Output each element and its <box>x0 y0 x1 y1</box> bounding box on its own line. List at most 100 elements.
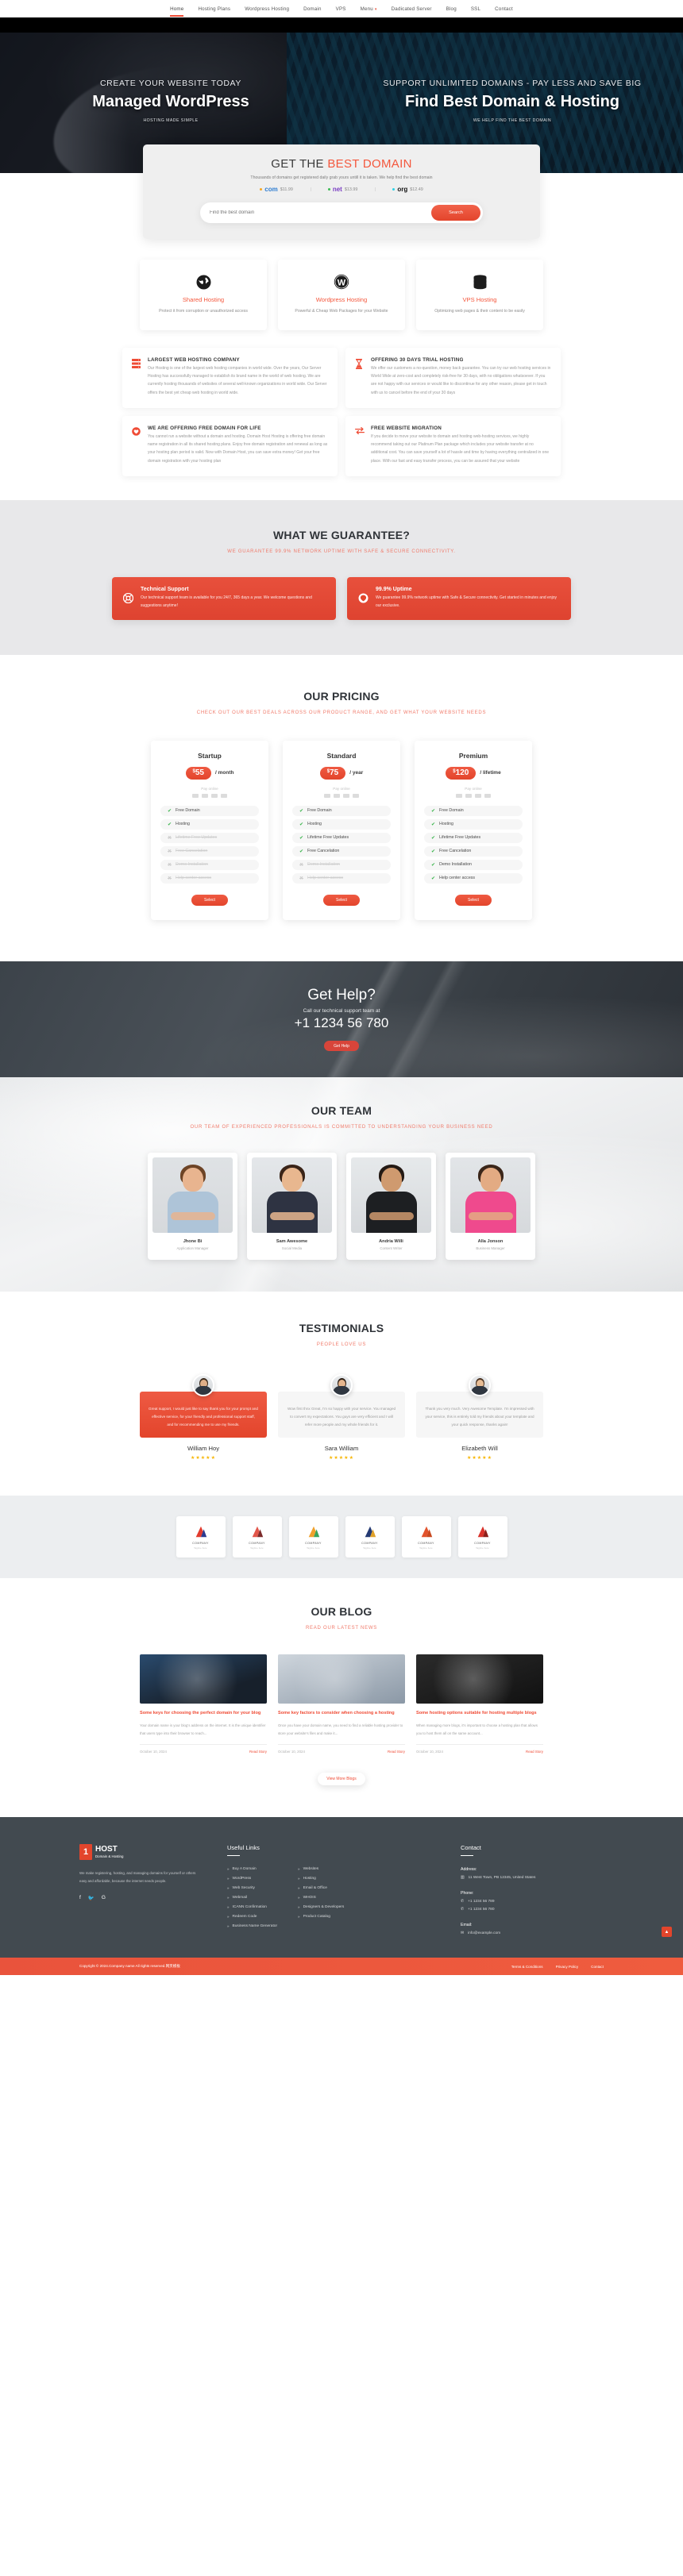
cross-icon: ✖ <box>299 876 304 881</box>
bottom-link[interactable]: Terms & Conditions <box>511 1965 543 1969</box>
service-card[interactable]: VPS Hosting Optimizing web pages & their… <box>416 260 543 330</box>
feature-title: LARGEST WEB HOSTING COMPANY <box>148 356 240 363</box>
service-card[interactable]: W Wordpress Hosting Powerful & Cheap Web… <box>278 260 405 330</box>
feature-title: OFFERING 30 DAYS TRIAL HOSTING <box>371 356 464 363</box>
footer-link[interactable]: » Business Name Generator <box>227 1924 277 1928</box>
footer-link[interactable]: » Webmail <box>227 1896 277 1900</box>
facebook-icon[interactable]: f <box>79 1895 81 1901</box>
brand-mark-icon <box>477 1526 488 1538</box>
cross-icon: ✖ <box>299 862 304 868</box>
tld-name: com <box>264 186 278 193</box>
chevron-right-icon: » <box>298 1915 300 1919</box>
brand-logo[interactable]: COMPANY Tagline here <box>345 1516 395 1558</box>
hourglass-icon <box>355 357 365 397</box>
team-member-role: Business Manager <box>476 1246 505 1251</box>
google-icon[interactable]: G <box>102 1895 106 1901</box>
service-text: Protect it from corruption or unauthoriz… <box>159 309 248 314</box>
brand-logo[interactable]: COMPANY Tagline here <box>401 1516 451 1558</box>
feature-boxes: LARGEST WEB HOSTING COMPANY Our Hosting … <box>122 347 561 476</box>
read-story-link[interactable]: Read Story <box>388 1750 405 1754</box>
brand-name: COMPANY <box>249 1541 265 1545</box>
plan-price: $75 <box>319 766 346 780</box>
team-subtitle: OUR TEAM OF EXPERIENCED PROFESSIONALS IS… <box>190 1124 493 1130</box>
service-card[interactable]: Shared Hosting Protect it from corruptio… <box>140 260 267 330</box>
plan-feature: ✔ Demo Installation <box>424 859 523 870</box>
brand-name: COMPANY <box>192 1541 209 1545</box>
footer-link[interactable]: » ICANN Confirmation <box>227 1905 277 1909</box>
domain-search-bar[interactable]: Search <box>200 202 483 223</box>
chevron-right-icon: » <box>227 1877 230 1881</box>
blog-section: OUR BLOG READ OUR LATEST NEWS Some keys … <box>0 1578 683 1817</box>
brand-logo[interactable]: COMPANY Tagline here <box>288 1516 338 1558</box>
plan-feature-list: ✔ Free Domain ✔ Hosting ✖ Lifetime Free Updat… <box>160 805 259 884</box>
footer-link[interactable]: » Websites <box>298 1867 344 1871</box>
hero-headline: Managed WordPress <box>92 93 249 110</box>
brand-logo[interactable]: COMPANY Tagline here <box>176 1516 226 1558</box>
plan-select-button[interactable]: Select <box>191 894 228 906</box>
team-member-name: Alla Jonson <box>477 1239 504 1245</box>
bottom-link[interactable]: Privacy Policy <box>556 1965 579 1969</box>
tld-price: $12.49 <box>410 187 423 192</box>
brand-logo[interactable]: COMPANY Tagline here <box>232 1516 282 1558</box>
nav-item-wordpress-hosting[interactable]: Wordpress Hosting <box>237 6 296 12</box>
footer-logo[interactable]: 1 HOST Domain & Hosting <box>79 1843 199 1860</box>
feature-title: WE ARE OFFERING FREE DOMAIN FOR LIFE <box>148 425 261 431</box>
phone-row[interactable]: ✆ +1 1234 56 780 <box>461 1908 604 1912</box>
check-icon: ✔ <box>431 849 436 854</box>
footer-link[interactable]: » Redeem Code <box>227 1915 277 1919</box>
nav-item-dadicated-server[interactable]: Dadicated Server <box>384 6 439 12</box>
brand-name: COMPANY <box>305 1541 322 1545</box>
get-help-button[interactable]: Get Help <box>324 1041 359 1052</box>
brand-mark-icon <box>308 1526 319 1538</box>
phone-row[interactable]: ✆ +1 1234 56 789 <box>461 1900 604 1904</box>
phone-value: +1 1234 56 780 <box>468 1908 495 1912</box>
nav-item-hosting-plans[interactable]: Hosting Plans <box>191 6 237 12</box>
blog-post-title[interactable]: Some hosting options suitable for hostin… <box>416 1709 543 1717</box>
rating-stars: ★★★★★ <box>467 1456 492 1461</box>
footer-link[interactable]: » WHOIS <box>298 1896 344 1900</box>
footer-link[interactable]: » WordPress <box>227 1877 277 1881</box>
footer-contact-column: Contact Address: ▥ 11 West Town, PB 1234… <box>461 1844 604 1936</box>
nav-item-vps[interactable]: VPS <box>329 6 353 12</box>
footer-link[interactable]: » Product Catalog <box>298 1915 344 1919</box>
nav-item-home[interactable]: Home <box>163 6 191 17</box>
nav-item-domain[interactable]: Domain <box>296 6 329 12</box>
phone-icon: ✆ <box>461 1900 465 1904</box>
domain-title-plain: GET THE <box>271 157 328 171</box>
bottom-link[interactable]: Contact <box>591 1965 604 1969</box>
plan-select-button[interactable]: Select <box>323 894 360 906</box>
twitter-icon[interactable]: 🐦 <box>88 1895 95 1901</box>
read-story-link[interactable]: Read Story <box>526 1750 543 1754</box>
brand-logo[interactable]: COMPANY Tagline here <box>457 1516 507 1558</box>
domain-search-title: GET THE BEST DOMAIN <box>160 157 523 171</box>
check-icon: ✔ <box>299 808 304 814</box>
payment-logos <box>424 793 523 798</box>
check-icon: ✔ <box>431 876 436 881</box>
scroll-to-top-button[interactable]: ▲ <box>662 1927 672 1938</box>
phone-value: +1 1234 56 789 <box>468 1900 495 1904</box>
footer-link[interactable]: » Designers & Developers <box>298 1905 344 1909</box>
email-row[interactable]: ✉ info@example.com <box>461 1931 604 1935</box>
domain-title-accent: BEST DOMAIN <box>327 157 412 171</box>
footer-link[interactable]: » Email & Office <box>298 1886 344 1890</box>
tld-com: com $11.99 <box>242 186 311 193</box>
plan-select-button[interactable]: Select <box>455 894 492 906</box>
search-input[interactable] <box>210 210 431 215</box>
footer-link[interactable]: » Web Security <box>227 1886 277 1890</box>
blog-title: OUR BLOG <box>311 1605 372 1619</box>
plan-period: / month <box>215 770 234 776</box>
blog-post-title[interactable]: Some key factors to consider when choosi… <box>278 1709 405 1717</box>
footer-link[interactable]: » Hosting <box>298 1877 344 1881</box>
nav-item-blog[interactable]: Blog <box>439 6 464 12</box>
nav-item-contact[interactable]: Contact <box>488 6 520 12</box>
search-button[interactable]: Search <box>431 205 480 221</box>
guarantee-title: WHAT WE GUARANTEE? <box>272 528 411 541</box>
rating-stars: ★★★★★ <box>191 1456 216 1461</box>
footer-link[interactable]: » Buy A Domain <box>227 1867 277 1871</box>
view-more-blogs-button[interactable]: View More Blogs <box>318 1772 365 1785</box>
team-member-photo <box>152 1157 233 1234</box>
blog-post-title[interactable]: Some keys for choosing the perfect domai… <box>140 1709 267 1717</box>
read-story-link[interactable]: Read Story <box>249 1750 267 1754</box>
nav-item-ssl[interactable]: SSL <box>464 6 488 12</box>
nav-item-menu[interactable]: Menu ▾ <box>353 6 384 12</box>
